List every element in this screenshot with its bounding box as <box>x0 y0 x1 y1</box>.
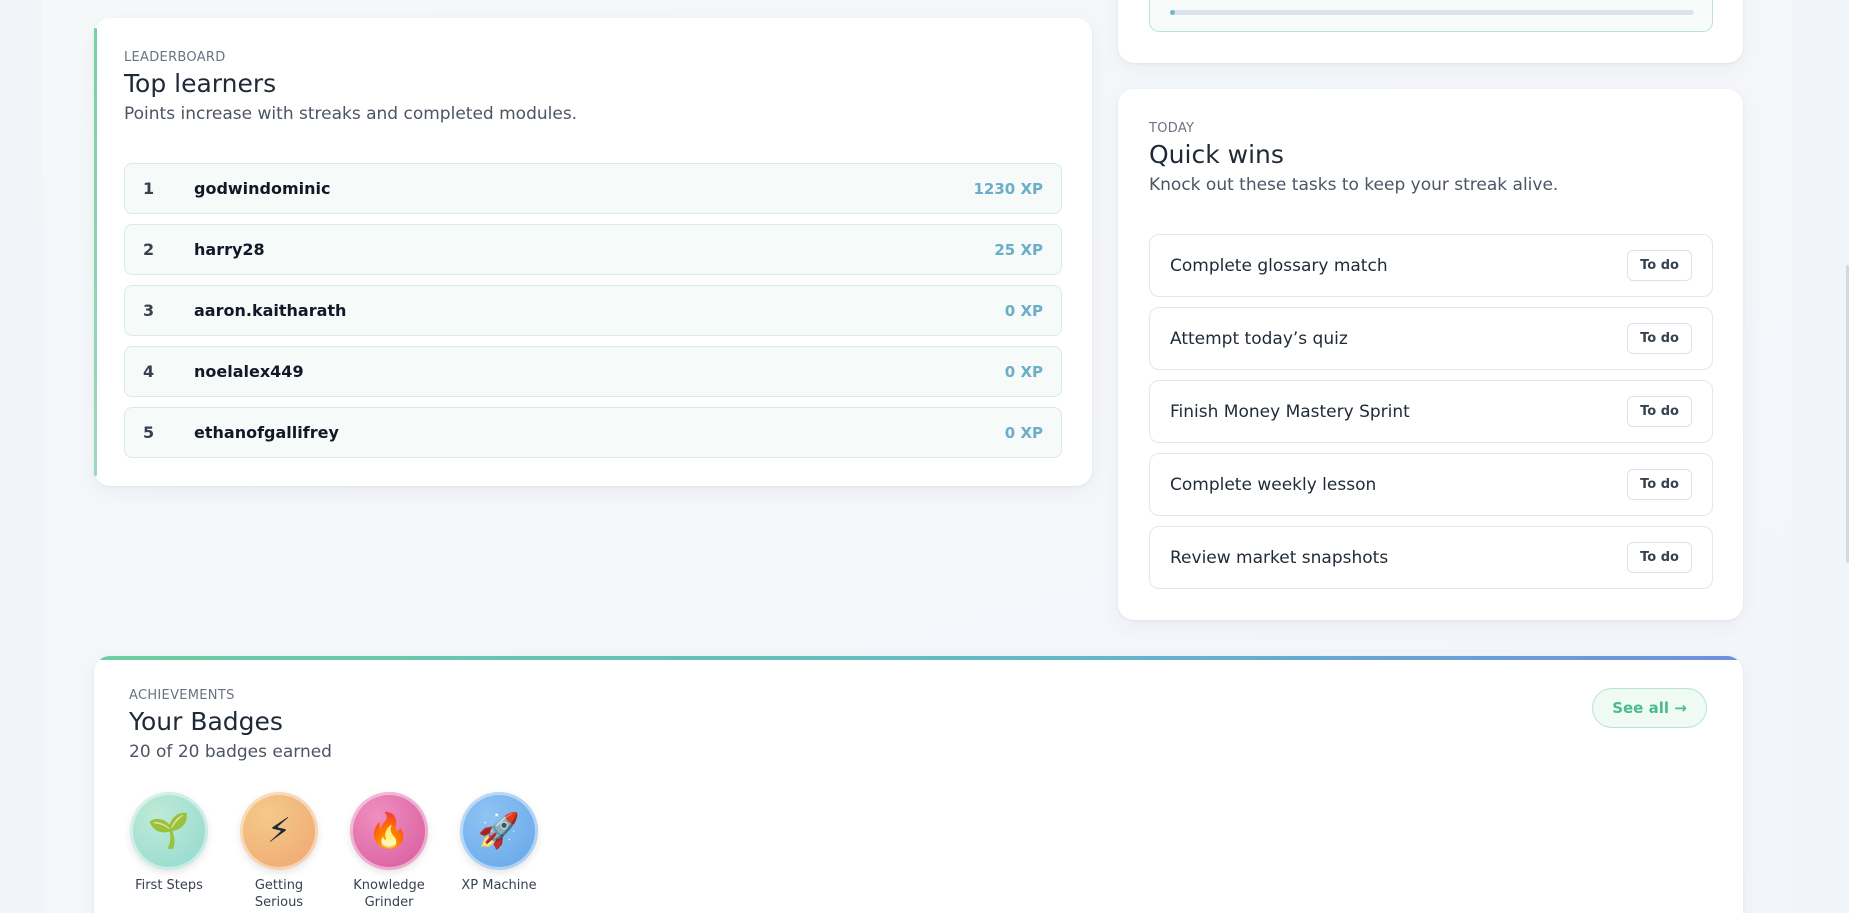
task-item: Review market snapshots To do <box>1149 526 1713 589</box>
leaderboard-xp: 0 XP <box>1004 423 1043 442</box>
task-status-button[interactable]: To do <box>1627 323 1692 354</box>
leaderboard-xp: 25 XP <box>994 240 1043 259</box>
badges-eyebrow: ACHIEVEMENTS <box>129 688 235 703</box>
task-status-button[interactable]: To do <box>1627 469 1692 500</box>
progress-bar-fill <box>1170 10 1176 15</box>
lightning-icon: ⚡ <box>240 792 318 870</box>
fire-icon: 🔥 <box>350 792 428 870</box>
rocket-icon: 🚀 <box>460 792 538 870</box>
badge-list: 🌱 First Steps ⚡ Getting Serious 🔥 Knowle… <box>129 792 539 911</box>
badge-glyph: 🌱 <box>147 811 191 851</box>
leaderboard-rank: 3 <box>143 301 155 320</box>
leaderboard-username: aaron.kaitharath <box>194 301 347 320</box>
leaderboard-username: noelalex449 <box>194 362 304 381</box>
progress-card <box>1118 0 1743 63</box>
badge-knowledge-grinder[interactable]: 🔥 Knowledge Grinder <box>349 792 429 911</box>
leaderboard-rank: 5 <box>143 423 155 442</box>
leaderboard-row[interactable]: 2 harry28 25 XP <box>124 224 1062 275</box>
leaderboard-eyebrow: LEADERBOARD <box>124 50 226 65</box>
leaderboard-rank: 1 <box>143 179 155 198</box>
quick-wins-header: TODAY Quick wins Knock out these tasks t… <box>1149 121 1558 195</box>
task-item: Complete glossary match To do <box>1149 234 1713 297</box>
task-status-button[interactable]: To do <box>1627 250 1692 281</box>
leaderboard-rank: 4 <box>143 362 155 381</box>
badge-label: Getting Serious <box>254 878 304 910</box>
quick-wins-eyebrow: TODAY <box>1149 121 1195 136</box>
task-item: Finish Money Mastery Sprint To do <box>1149 380 1713 443</box>
task-label: Attempt today’s quiz <box>1170 328 1348 349</box>
badges-title: Your Badges <box>129 707 283 736</box>
badge-first-steps[interactable]: 🌱 First Steps <box>129 792 209 911</box>
leaderboard-row[interactable]: 3 aaron.kaitharath 0 XP <box>124 285 1062 336</box>
leaderboard-xp: 0 XP <box>1004 301 1043 320</box>
leaderboard-row[interactable]: 5 ethanofgallifrey 0 XP <box>124 407 1062 458</box>
progress-panel <box>1149 0 1713 32</box>
seedling-icon: 🌱 <box>130 792 208 870</box>
badges-header: ACHIEVEMENTS Your Badges 20 of 20 badges… <box>129 688 332 762</box>
leaderboard-username: godwindominic <box>194 179 331 198</box>
leaderboard-list: 1 godwindominic 1230 XP 2 harry28 25 XP … <box>124 163 1062 468</box>
task-item: Attempt today’s quiz To do <box>1149 307 1713 370</box>
leaderboard-subtitle: Points increase with streaks and complet… <box>124 104 578 124</box>
task-label: Finish Money Mastery Sprint <box>1170 401 1410 422</box>
badge-xp-machine[interactable]: 🚀 XP Machine <box>459 792 539 911</box>
task-status-button[interactable]: To do <box>1627 542 1692 573</box>
leaderboard-header: LEADERBOARD Top learners Points increase… <box>124 50 577 124</box>
leaderboard-xp: 0 XP <box>1004 362 1043 381</box>
leaderboard-rank: 2 <box>143 240 155 259</box>
task-label: Complete glossary match <box>1170 255 1388 276</box>
badge-glyph: 🚀 <box>477 811 521 851</box>
leaderboard-xp: 1230 XP <box>973 179 1043 198</box>
task-label: Complete weekly lesson <box>1170 474 1377 495</box>
badges-subtitle: 20 of 20 badges earned <box>129 742 332 762</box>
badge-label: Knowledge Grinder <box>353 878 425 910</box>
badges-card: ACHIEVEMENTS Your Badges 20 of 20 badges… <box>94 656 1743 913</box>
leaderboard-username: ethanofgallifrey <box>194 423 339 442</box>
leaderboard-row[interactable]: 1 godwindominic 1230 XP <box>124 163 1062 214</box>
quick-wins-list: Complete glossary match To do Attempt to… <box>1149 234 1713 599</box>
task-status-button[interactable]: To do <box>1627 396 1692 427</box>
quick-wins-subtitle: Knock out these tasks to keep your strea… <box>1149 175 1559 195</box>
leaderboard-username: harry28 <box>194 240 265 259</box>
see-all-button[interactable]: See all → <box>1592 688 1707 728</box>
progress-bar <box>1170 10 1694 15</box>
quick-wins-title: Quick wins <box>1149 140 1284 169</box>
leaderboard-title: Top learners <box>124 69 277 98</box>
leaderboard-row[interactable]: 4 noelalex449 0 XP <box>124 346 1062 397</box>
badge-glyph: 🔥 <box>367 811 411 851</box>
badge-label: XP Machine <box>461 878 537 893</box>
badge-glyph: ⚡ <box>267 811 291 851</box>
leaderboard-card: LEADERBOARD Top learners Points increase… <box>94 18 1092 486</box>
badge-getting-serious[interactable]: ⚡ Getting Serious <box>239 792 319 911</box>
quick-wins-card: TODAY Quick wins Knock out these tasks t… <box>1118 89 1743 620</box>
task-label: Review market snapshots <box>1170 547 1389 568</box>
task-item: Complete weekly lesson To do <box>1149 453 1713 516</box>
badge-label: First Steps <box>135 878 203 893</box>
